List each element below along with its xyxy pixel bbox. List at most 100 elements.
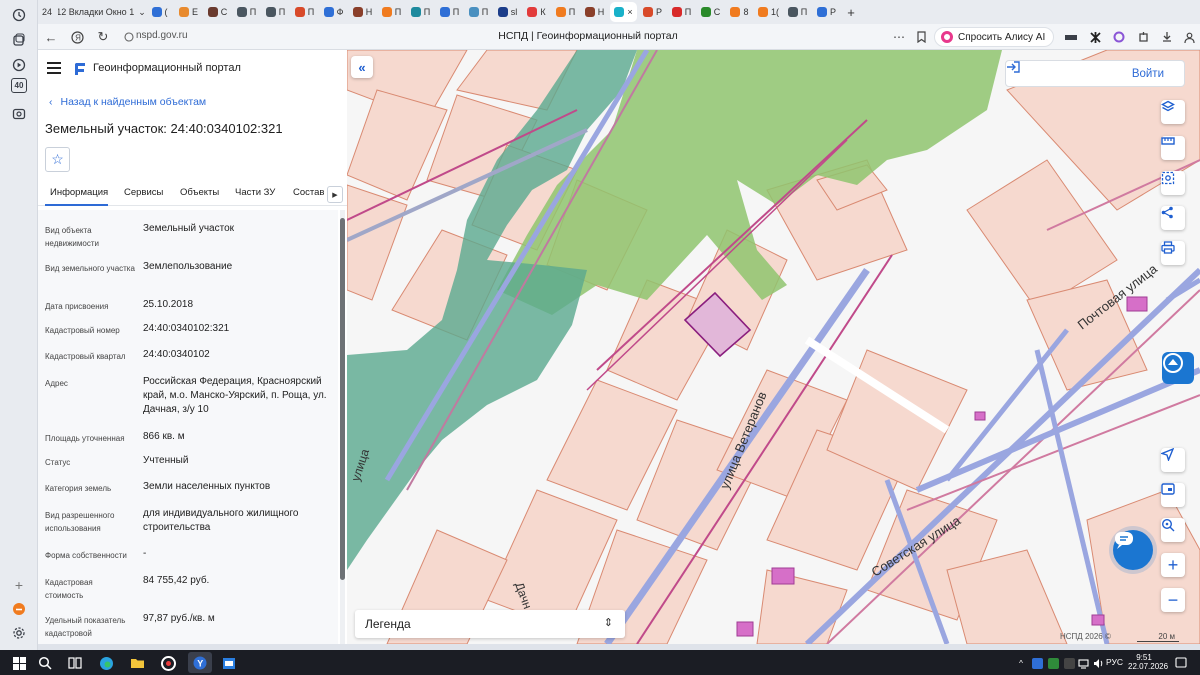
- new-tab-button[interactable]: +: [842, 2, 860, 22]
- extension-icon-3[interactable]: [1110, 28, 1128, 46]
- browser-tab[interactable]: С: [697, 2, 724, 22]
- task-view-icon[interactable]: [66, 654, 84, 672]
- browser-app-icon[interactable]: [159, 654, 177, 672]
- browser-tab[interactable]: П: [262, 2, 289, 22]
- add-icon[interactable]: +: [8, 574, 30, 596]
- browser-tab[interactable]: П: [436, 2, 463, 22]
- history-icon[interactable]: [8, 4, 30, 26]
- search-location-icon[interactable]: [1161, 518, 1185, 542]
- extension-icon-2[interactable]: [1086, 28, 1104, 46]
- chat-icon[interactable]: [1113, 530, 1153, 570]
- property-label: Вид объекта недвижимости: [45, 226, 99, 248]
- tab-parcel-parts[interactable]: Части ЗУ: [235, 187, 275, 198]
- menu-icon[interactable]: [47, 62, 61, 74]
- share-icon[interactable]: [1161, 206, 1185, 230]
- reload-icon[interactable]: ↻: [94, 28, 112, 46]
- browser-tab[interactable]: Н: [581, 2, 608, 22]
- browser-tab[interactable]: 1(: [755, 2, 782, 22]
- browser-tab[interactable]: 12 Вкладки Окно 1 ⌄: [58, 2, 144, 22]
- tab-favicon-icon: [265, 7, 276, 17]
- building: [736, 621, 754, 637]
- browser-tab[interactable]: П: [407, 2, 434, 22]
- yandex-icon[interactable]: Я: [68, 28, 86, 46]
- screenshot-icon[interactable]: [8, 103, 30, 125]
- extension-icon-4[interactable]: [1134, 28, 1152, 46]
- collections-icon[interactable]: [8, 29, 30, 51]
- property-value: для индивидуального жилищного строительс…: [143, 508, 299, 533]
- object-info-panel: Геоинформационный портал ‹ Назад к найден…: [38, 50, 347, 644]
- browser-tab[interactable]: sl: [494, 2, 521, 22]
- system-clock[interactable]: 9:51 22.07.2026: [1128, 653, 1168, 671]
- cadastral-parcel[interactable]: [756, 569, 848, 644]
- back-to-results-link[interactable]: ‹ Назад к найденным объектам: [49, 96, 206, 108]
- browser-tab[interactable]: С: [204, 2, 231, 22]
- login-button[interactable]: Войти: [1005, 60, 1185, 87]
- notifications-icon[interactable]: [1172, 654, 1190, 672]
- browser-tab[interactable]: П: [668, 2, 695, 22]
- more-icon[interactable]: ⋯: [890, 28, 908, 46]
- building: [1126, 296, 1148, 312]
- print-icon[interactable]: [1161, 241, 1185, 265]
- feedback-badge-icon[interactable]: [1162, 352, 1194, 384]
- browser-tab[interactable]: П: [552, 2, 579, 22]
- tab-information[interactable]: Информация: [50, 187, 108, 198]
- app-window-icon[interactable]: [220, 654, 238, 672]
- browser-tab[interactable]: ×: [610, 2, 637, 22]
- yandex-browser-icon[interactable]: Y: [188, 652, 212, 673]
- file-explorer-icon[interactable]: [128, 654, 146, 672]
- browser-tab[interactable]: П: [465, 2, 492, 22]
- map-view[interactable]: улица Ветеранов Почтовая улица Советская…: [347, 50, 1200, 644]
- browser-tab[interactable]: П: [233, 2, 260, 22]
- zoom-out-icon[interactable]: −: [1161, 588, 1185, 612]
- layers-icon[interactable]: [1161, 100, 1185, 124]
- cadastral-parcel[interactable]: [347, 89, 448, 201]
- browser-tab[interactable]: П: [291, 2, 318, 22]
- browser-tab[interactable]: 8: [726, 2, 753, 22]
- scrollbar-thumb[interactable]: [340, 218, 345, 580]
- map-canvas[interactable]: улица Ветеранов Почтовая улица Советская…: [347, 50, 1200, 644]
- favorite-star-icon[interactable]: ☆: [45, 147, 70, 172]
- extension-icon-1[interactable]: [1062, 28, 1080, 46]
- badge-40[interactable]: 40: [11, 78, 27, 93]
- volume-icon[interactable]: [1089, 654, 1107, 672]
- profile-icon[interactable]: [1180, 28, 1198, 46]
- tab-objects[interactable]: Объекты: [180, 187, 219, 198]
- ruler-icon[interactable]: [1161, 136, 1185, 160]
- windows-start-icon[interactable]: [10, 654, 28, 672]
- ask-alice-button[interactable]: Спросить Алису AI: [934, 27, 1055, 47]
- browser-tab[interactable]: П: [378, 2, 405, 22]
- browser-tab[interactable]: E: [175, 2, 202, 22]
- bookmark-icon[interactable]: [912, 28, 930, 46]
- zoom-in-icon[interactable]: +: [1161, 553, 1185, 577]
- search-icon[interactable]: [36, 654, 54, 672]
- tab-composition[interactable]: Состав: [293, 187, 324, 198]
- edge-icon[interactable]: [97, 654, 115, 672]
- app-icon[interactable]: [8, 598, 30, 620]
- url-field[interactable]: nspd.gov.ru: [136, 30, 188, 41]
- downloads-icon[interactable]: [1158, 28, 1176, 46]
- cadastral-parcel[interactable]: [347, 184, 408, 301]
- back-arrow-icon[interactable]: ←: [42, 28, 60, 46]
- basemap-icon[interactable]: [1161, 483, 1185, 507]
- portal-header: Геоинформационный портал: [38, 50, 347, 90]
- browser-tab[interactable]: Р: [813, 2, 840, 22]
- tab-favicon-icon: [439, 7, 450, 17]
- active-tab-indicator: [45, 204, 108, 206]
- browser-tab[interactable]: Н: [349, 2, 376, 22]
- browser-tab[interactable]: К: [523, 2, 550, 22]
- legend-panel[interactable]: Легенда ⇕: [355, 610, 625, 638]
- language-indicator[interactable]: РУС: [1106, 657, 1123, 667]
- play-icon[interactable]: [8, 54, 30, 76]
- area-select-icon[interactable]: [1161, 171, 1185, 195]
- tabs-scroll-right-icon[interactable]: ▶: [327, 186, 343, 203]
- tab-favicon-icon: [410, 7, 421, 17]
- browser-tab[interactable]: Р: [639, 2, 666, 22]
- settings-icon[interactable]: [8, 622, 30, 644]
- collapse-panel-icon[interactable]: «: [351, 56, 373, 78]
- browser-tab[interactable]: П: [784, 2, 811, 22]
- browser-tab[interactable]: Ф: [320, 2, 347, 22]
- locate-me-icon[interactable]: [1161, 448, 1185, 472]
- tab-services[interactable]: Сервисы: [124, 187, 163, 198]
- browser-tab[interactable]: (: [146, 2, 173, 22]
- browser-tab[interactable]: 24: [38, 2, 56, 22]
